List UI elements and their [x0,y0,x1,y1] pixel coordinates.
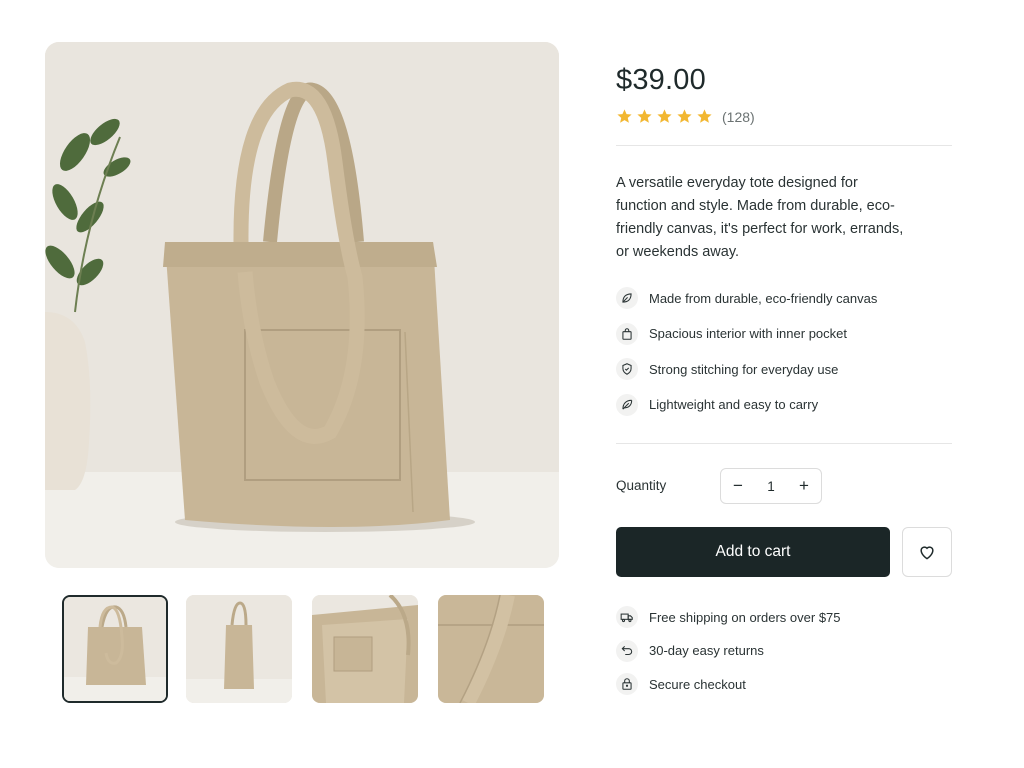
product-description: A versatile everyday tote designed for f… [616,175,904,260]
return-arrow-icon [616,639,638,662]
leaf-icon [616,287,638,309]
perk-text: Free shipping on orders over $75 [649,609,841,625]
add-to-cart-button[interactable]: Add to cart [616,527,890,577]
star-icon [697,109,712,123]
thumbnail-interior-view[interactable] [312,595,418,703]
star-rating [616,108,713,125]
star-icon [637,109,652,123]
star-icon [617,109,632,123]
perk-text: 30-day easy returns [649,643,764,658]
divider [616,443,952,444]
review-count[interactable]: (128) [722,109,755,125]
lock-icon [616,673,638,695]
quantity-value[interactable]: 1 [767,479,775,494]
shield-check-icon [616,358,638,380]
shopping-bag-icon [616,322,638,345]
feature-item: Made from durable, eco-friendly canvas [616,287,877,309]
product-price: $39.00 [616,64,706,96]
feature-item: Strong stitching for everyday use [616,358,877,380]
heart-icon [920,546,934,560]
perks-list: Free shipping on orders over $75 30-day … [616,606,841,707]
decrement-button[interactable]: − [721,469,755,503]
thumbnail-front-view[interactable] [62,595,168,703]
increment-button[interactable]: + [787,469,821,503]
product-rating: (128) [616,108,755,125]
feature-list: Made from durable, eco-friendly canvas S… [616,287,877,429]
perk-item: 30-day easy returns [616,639,841,662]
star-icon [657,109,672,123]
quantity-label: Quantity [616,478,667,493]
perk-text: Secure checkout [649,676,746,692]
divider [616,145,952,146]
perk-item: Secure checkout [616,673,841,695]
quantity-stepper[interactable]: − 1 + [720,468,822,504]
feature-text: Made from durable, eco-friendly canvas [649,290,878,306]
perk-item: Free shipping on orders over $75 [616,606,841,628]
main-product-image [45,42,559,568]
thumbnail-side-view[interactable] [186,595,292,703]
feather-icon [616,393,638,416]
thumbnail-detail-view[interactable] [438,595,544,703]
feature-item: Spacious interior with inner pocket [616,322,877,345]
feature-text: Strong stitching for everyday use [649,361,839,377]
star-icon [677,109,692,123]
wishlist-button[interactable] [902,527,952,577]
truck-icon [616,606,638,628]
feature-text: Spacious interior with inner pocket [649,326,847,341]
feature-item: Lightweight and easy to carry [616,393,877,416]
feature-text: Lightweight and easy to carry [649,397,819,412]
